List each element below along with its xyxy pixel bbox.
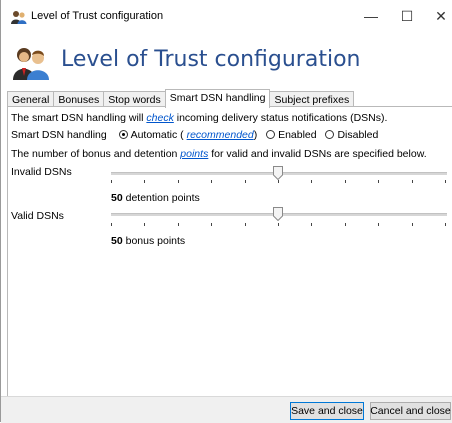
- invalid-dsns-slider-tick: [311, 180, 312, 183]
- title-bar: Level of Trust configuration — ☐ ✕: [1, 0, 452, 32]
- valid-dsns-slider-thumb[interactable]: [273, 207, 283, 221]
- invalid-dsns-slider-tick: [178, 180, 179, 183]
- radio-automatic[interactable]: [118, 130, 128, 139]
- check-link[interactable]: check: [146, 112, 173, 124]
- save-and-close-button[interactable]: Save and close: [290, 402, 364, 420]
- recommended-link[interactable]: recommended: [187, 129, 254, 141]
- invalid-dsns-slider-tick: [144, 180, 145, 183]
- radio-automatic-close: ): [253, 129, 258, 141]
- invalid-dsns-slider-tick: [211, 180, 212, 183]
- invalid-dsns-slider-tick: [345, 180, 346, 183]
- valid-dsns-slider-tick: [111, 223, 112, 226]
- intro-text-pre: The smart DSN handling will: [11, 112, 147, 124]
- valid-dsns-slider-tick: [345, 223, 346, 226]
- points-text: The number of bonus and detention points…: [11, 148, 427, 160]
- invalid-dsns-value: 50: [111, 192, 123, 204]
- valid-dsns-slider-tick: [311, 223, 312, 226]
- valid-dsns-slider-tick: [144, 223, 145, 226]
- mode-label: Smart DSN handling: [11, 129, 107, 141]
- invalid-dsns-slider-tick: [445, 180, 446, 183]
- invalid-dsns-slider-tick: [378, 180, 379, 183]
- valid-dsns-slider-tick: [178, 223, 179, 226]
- valid-dsns-slider-tick: [278, 223, 279, 226]
- tab-smart-dsn-handling[interactable]: Smart DSN handling: [164, 89, 271, 108]
- invalid-dsns-slider-thumb[interactable]: [273, 166, 283, 180]
- valid-dsns-label: Valid DSNs: [11, 210, 64, 222]
- radio-automatic-label[interactable]: Automatic (: [131, 129, 184, 141]
- points-text-post: for valid and invalid DSNs are specified…: [208, 148, 427, 160]
- valid-dsns-unit: bonus points: [125, 235, 186, 247]
- app-window: Level of Trust configuration — ☐ ✕ Level…: [0, 0, 452, 423]
- minimize-button[interactable]: —: [353, 0, 389, 32]
- button-bar: Save and close Cancel and close: [1, 396, 452, 423]
- cancel-and-close-button[interactable]: Cancel and close: [370, 402, 451, 420]
- valid-dsns-slider-tick: [412, 223, 413, 226]
- maximize-button[interactable]: ☐: [389, 0, 425, 32]
- radio-enabled[interactable]: [266, 130, 276, 139]
- valid-dsns-value-row: 50 bonus points: [111, 235, 185, 247]
- invalid-dsns-slider-tick: [412, 180, 413, 183]
- valid-dsns-value: 50: [111, 235, 123, 247]
- invalid-dsns-unit: detention points: [125, 192, 200, 204]
- radio-disabled[interactable]: [325, 130, 335, 139]
- valid-dsns-slider-tick: [211, 223, 212, 226]
- invalid-dsns-value-row: 50 detention points: [111, 192, 200, 204]
- radio-enabled-label[interactable]: Enabled: [278, 129, 317, 141]
- invalid-dsns-slider-tick: [278, 180, 279, 183]
- window-title: Level of Trust configuration: [31, 10, 164, 22]
- users-icon: [13, 48, 49, 80]
- invalid-dsns-slider-tick: [111, 180, 112, 183]
- points-text-pre: The number of bonus and detention: [11, 148, 181, 160]
- radio-disabled-label[interactable]: Disabled: [337, 129, 378, 141]
- users-icon: [11, 11, 27, 24]
- points-link[interactable]: points: [180, 148, 208, 160]
- valid-dsns-slider-tick: [378, 223, 379, 226]
- intro-text: The smart DSN handling will check incomi…: [11, 112, 387, 124]
- close-button[interactable]: ✕: [423, 0, 452, 32]
- mode-row: Smart DSN handling Automatic ( recommend…: [11, 129, 378, 141]
- page-title: Level of Trust configuration: [61, 47, 361, 72]
- invalid-dsns-label: Invalid DSNs: [11, 166, 72, 178]
- tab-bar: General Bonuses Stop words Smart DSN han…: [7, 89, 355, 108]
- page-header: Level of Trust configuration: [1, 38, 452, 84]
- intro-text-post: incoming delivery status notifications (…: [173, 112, 388, 124]
- invalid-dsns-slider-tick: [245, 180, 246, 183]
- valid-dsns-slider-tick: [445, 223, 446, 226]
- valid-dsns-slider-tick: [245, 223, 246, 226]
